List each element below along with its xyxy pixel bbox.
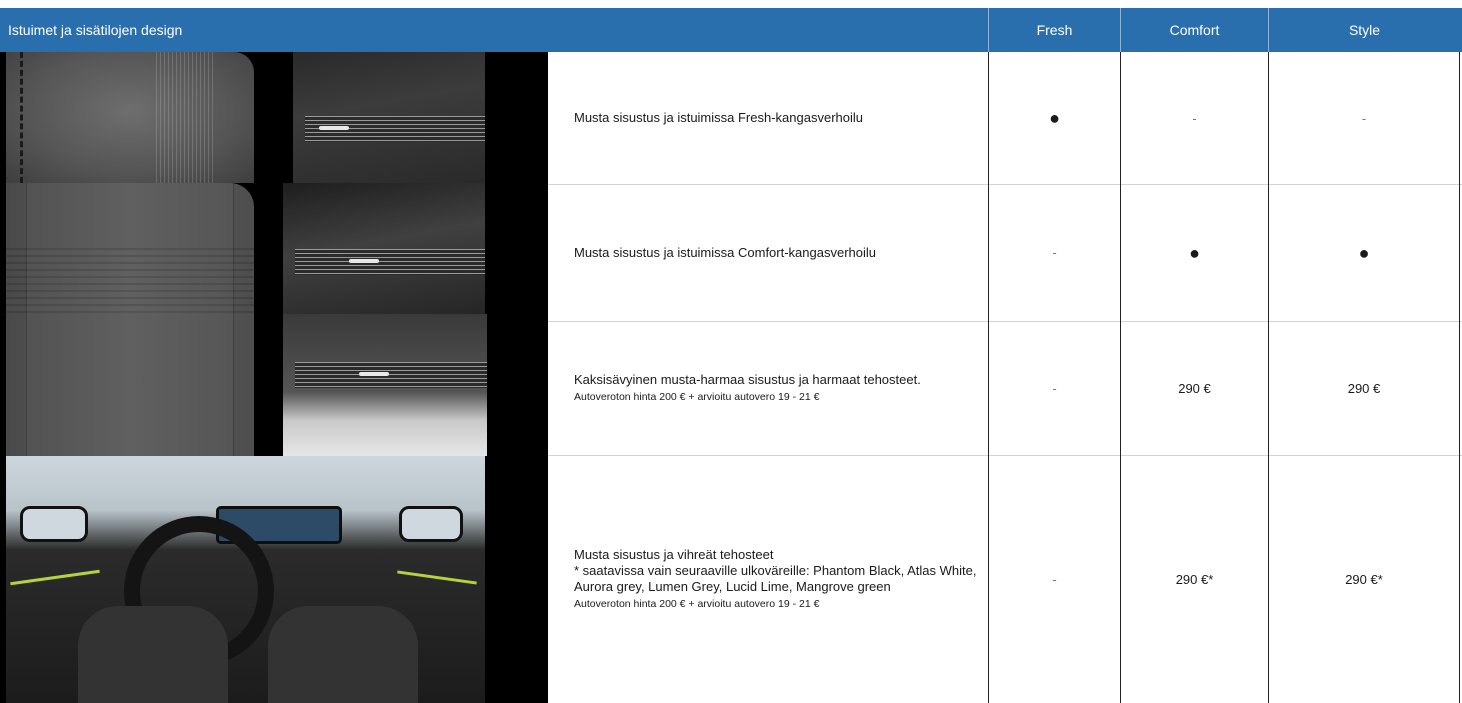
dashboard-trim-grey-image: [283, 314, 487, 456]
price-value: 290 €: [1178, 380, 1211, 396]
comfort-fabric-seat-image: [6, 183, 254, 456]
row-description: Musta sisustus ja istuimissa Comfort-kan…: [548, 184, 988, 321]
row-description: Musta sisustus ja vihreät tehosteet * sa…: [548, 455, 988, 703]
column-header-fresh: Fresh: [988, 8, 1120, 52]
trim-stripes: [295, 249, 485, 275]
table-row: Musta sisustus ja istuimissa Comfort-kan…: [548, 184, 1462, 322]
driver-seat: [78, 606, 228, 703]
interior-design-table: Istuimet ja sisätilojen design Fresh Com…: [0, 0, 1462, 703]
table-row: Kaksisävyinen musta-harmaa sisustus ja h…: [548, 321, 1462, 456]
comfort-value: ●: [1120, 184, 1268, 321]
not-available: -: [1052, 571, 1057, 587]
description-text: Musta sisustus ja vihreät tehosteet: [574, 546, 774, 562]
trim-glint: [319, 126, 349, 130]
row-description: Kaksisävyinen musta-harmaa sisustus ja h…: [548, 321, 988, 455]
price-note: Autoveroton hinta 200 € + arvioitu autov…: [574, 597, 820, 610]
passenger-seat: [268, 606, 418, 703]
style-value: 290 €: [1268, 321, 1460, 455]
comfort-value: -: [1120, 52, 1268, 184]
column-header-comfort: Comfort: [1120, 8, 1268, 52]
table-row: Musta sisustus ja istuimissa Fresh-kanga…: [548, 52, 1462, 185]
fresh-fabric-seat-image: [6, 52, 254, 183]
trim-stripes: [295, 362, 487, 388]
fresh-value: -: [988, 455, 1120, 703]
lime-accent-strip: [397, 570, 477, 585]
comfort-value: 290 €*: [1120, 455, 1268, 703]
column-header-style: Style: [1268, 8, 1460, 52]
not-available: -: [1361, 110, 1367, 126]
dashboard-trim-image-1: [293, 52, 485, 183]
description-text: Musta sisustus ja istuimissa Comfort-kan…: [574, 244, 876, 260]
side-window: [20, 506, 88, 542]
not-available: -: [1052, 245, 1057, 260]
fresh-value: -: [988, 184, 1120, 321]
availability-note: * saatavissa vain seuraaville ulkoväreil…: [574, 562, 977, 594]
fresh-value: -: [988, 321, 1120, 455]
image-column: [0, 52, 548, 703]
not-available: -: [1052, 380, 1057, 396]
description-text: Musta sisustus ja istuimissa Fresh-kanga…: [574, 110, 863, 125]
lime-accent-strip: [10, 569, 100, 586]
not-available: -: [1192, 110, 1197, 126]
fresh-value: ●: [988, 52, 1120, 184]
row-description: Musta sisustus ja istuimissa Fresh-kanga…: [548, 52, 988, 184]
price-value: 290 €: [1347, 380, 1381, 396]
style-value: 290 €*: [1268, 455, 1460, 703]
description-text: Kaksisävyinen musta-harmaa sisustus ja h…: [574, 371, 921, 387]
price-value: 290 €*: [1175, 571, 1214, 587]
included-dot: ●: [1049, 108, 1060, 128]
trim-glint: [349, 259, 379, 263]
seat-stitch-line: [20, 52, 23, 183]
comfort-value: 290 €: [1120, 321, 1268, 455]
style-value: ●: [1268, 184, 1460, 321]
side-window: [399, 506, 463, 542]
seat-center-panel: [26, 183, 234, 456]
included-dot: ●: [1189, 242, 1200, 263]
table-title: Istuimet ja sisätilojen design: [8, 22, 183, 38]
table-header: Istuimet ja sisätilojen design Fresh Com…: [0, 8, 1462, 52]
table-row: Musta sisustus ja vihreät tehosteet * sa…: [548, 455, 1462, 703]
price-note: Autoveroton hinta 200 € + arvioitu autov…: [574, 390, 820, 403]
interior-green-accents-image: [6, 456, 485, 703]
style-value: -: [1268, 52, 1460, 184]
price-value: 290 €*: [1345, 571, 1383, 587]
dashboard-trim-image-2: [283, 183, 485, 314]
included-dot: ●: [1358, 242, 1370, 263]
trim-glint: [359, 372, 389, 376]
